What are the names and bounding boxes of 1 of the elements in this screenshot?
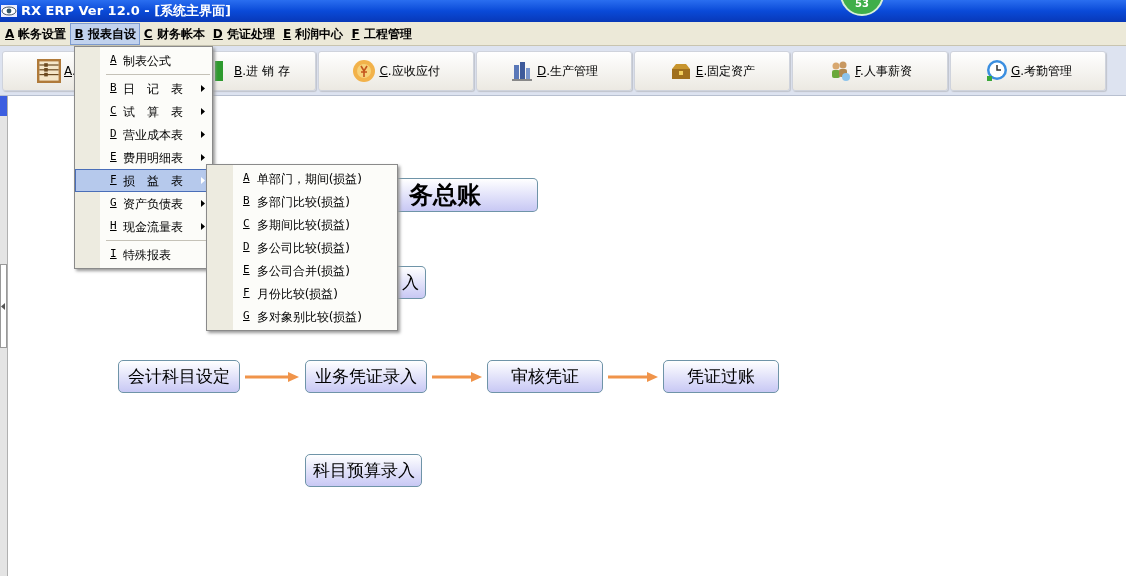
window-title: RX ERP Ver 12.0 - [系统主界面] xyxy=(21,2,231,21)
